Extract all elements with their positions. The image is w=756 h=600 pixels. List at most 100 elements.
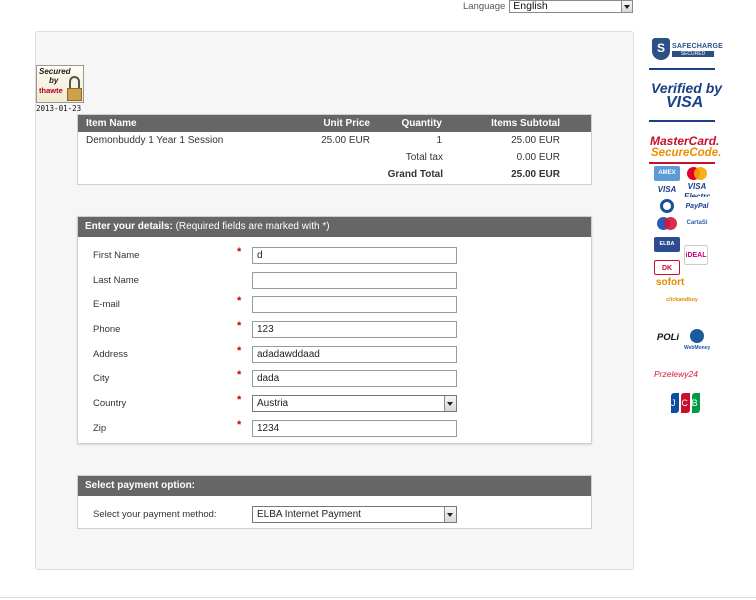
phone-label: Phone xyxy=(93,324,121,335)
payment-method-select[interactable]: ELBA Internet Payment xyxy=(252,506,457,523)
zip-row: Zip * 1234 xyxy=(78,419,591,438)
padlock-body-icon xyxy=(67,88,82,101)
order-summary-table: Item Name Unit Price Quantity Items Subt… xyxy=(77,114,592,185)
amex-logo: AMEX xyxy=(654,166,680,181)
divider xyxy=(649,68,715,70)
required-marker: * xyxy=(237,320,242,332)
dankort-logo: DK xyxy=(654,260,680,275)
mastercard-securecode-line2: SecureCode. xyxy=(651,147,722,159)
payment-selected-value: ELBA Internet Payment xyxy=(257,509,361,520)
first-name-label: First Name xyxy=(93,250,140,261)
address-label: Address xyxy=(93,349,128,360)
payment-section: Select payment option: Select your payme… xyxy=(77,475,592,529)
details-subtitle: (Required fields are marked with *) xyxy=(172,221,330,232)
thawte-date: 2013-01-23 xyxy=(36,104,82,113)
item-unit-price: 25.00 EUR xyxy=(321,135,370,146)
divider xyxy=(649,120,715,122)
required-marker: * xyxy=(237,369,242,381)
cartasi-logo: CartaSi xyxy=(684,216,710,231)
country-selected-value: Austria xyxy=(257,398,289,409)
payment-title: Select payment option: xyxy=(78,476,591,496)
thawte-seal[interactable]: Secured by thawte 2013-01-23 xyxy=(36,65,86,113)
chevron-down-icon[interactable] xyxy=(444,396,456,411)
grand-total-row: Grand Total 25.00 EUR xyxy=(78,166,591,183)
mastercard-logo xyxy=(684,166,710,181)
jcb-c: C xyxy=(681,393,690,413)
country-row: Country * Austria xyxy=(78,394,591,413)
shield-icon xyxy=(652,38,670,60)
country-label: Country xyxy=(93,398,127,409)
safecharge-logo: SAFECHARGE SECURED xyxy=(652,38,723,62)
last-name-label: Last Name xyxy=(93,275,139,286)
language-bar: Language English xyxy=(463,0,634,13)
paypal-logo: PayPal xyxy=(684,199,710,214)
zip-field[interactable]: 1234 xyxy=(252,420,457,437)
required-marker: * xyxy=(237,345,242,357)
visa-electron-logo: VISA Electron xyxy=(684,182,710,197)
grand-total-value: 25.00 EUR xyxy=(511,169,560,180)
order-table-header: Item Name Unit Price Quantity Items Subt… xyxy=(78,115,591,132)
language-label: Language xyxy=(463,0,506,12)
diners-club-logo xyxy=(654,199,680,214)
details-header: Enter your details: (Required fields are… xyxy=(78,217,591,237)
country-select[interactable]: Austria xyxy=(252,395,457,412)
jcb-j: J xyxy=(671,393,680,413)
address-row: Address * adadawddaad xyxy=(78,345,591,364)
chevron-down-icon[interactable] xyxy=(621,0,633,12)
phone-row: Phone * 123 xyxy=(78,320,591,339)
jcb-logo: J C B xyxy=(669,392,702,414)
poli-logo: POLi xyxy=(656,332,680,343)
verified-by-visa-line2: VISA xyxy=(666,94,704,111)
ideal-logo: iDEAL xyxy=(684,245,708,265)
visa-logo: VISA xyxy=(654,182,680,197)
item-subtotal: 25.00 EUR xyxy=(511,135,560,146)
maestro-logo xyxy=(654,216,680,231)
item-quantity: 1 xyxy=(436,135,442,146)
sofort-logo: sofort xyxy=(656,277,685,288)
divider xyxy=(649,162,715,164)
clickandbuy-logo: clickandbuy xyxy=(666,297,698,303)
city-row: City * dada xyxy=(78,369,591,388)
thawte-by-text: by xyxy=(49,76,59,85)
safecharge-text: SAFECHARGE xyxy=(672,43,724,50)
thawte-seal-image: Secured by thawte xyxy=(36,65,84,103)
details-title: Enter your details: xyxy=(85,221,173,232)
city-field[interactable]: dada xyxy=(252,370,457,387)
thawte-brand: thawte xyxy=(39,86,63,95)
first-name-row: First Name * d xyxy=(78,246,591,265)
col-quantity: Quantity xyxy=(401,118,442,129)
mastercard-securecode-line1: MasterCard. xyxy=(650,134,720,148)
details-form: Enter your details: (Required fields are… xyxy=(77,216,592,444)
footer-divider xyxy=(0,597,756,598)
col-item-name: Item Name xyxy=(86,118,137,129)
city-label: City xyxy=(93,373,110,384)
przelewy24-logo: Przelewy24 xyxy=(654,369,698,379)
last-name-row: Last Name xyxy=(78,272,591,290)
phone-field[interactable]: 123 xyxy=(252,321,457,338)
jcb-b: B xyxy=(691,393,700,413)
language-select[interactable]: English xyxy=(509,0,634,13)
payment-method-label: Select your payment method: xyxy=(93,509,217,520)
table-row: Demonbuddy 1 Year 1 Session 25.00 EUR 1 … xyxy=(78,132,591,149)
required-marker: * xyxy=(237,246,242,258)
email-row: E-mail * xyxy=(78,295,591,314)
col-unit-price: Unit Price xyxy=(323,118,370,129)
language-selected-value: English xyxy=(513,0,548,12)
zip-label: Zip xyxy=(93,423,107,434)
required-marker: * xyxy=(237,295,242,307)
email-label: E-mail xyxy=(93,299,120,310)
chevron-down-icon[interactable] xyxy=(444,507,456,522)
first-name-field[interactable]: d xyxy=(252,247,457,264)
email-field[interactable] xyxy=(252,296,457,313)
total-tax-value: 0.00 EUR xyxy=(516,152,560,163)
grand-total-label: Grand Total xyxy=(387,169,443,180)
safecharge-sub: SECURED xyxy=(672,51,714,57)
payment-logos: SAFECHARGE SECURED Verified by VISA Mast… xyxy=(644,30,724,430)
last-name-field[interactable] xyxy=(252,272,457,289)
total-tax-label: Total tax xyxy=(405,152,443,163)
webmoney-logo: WebMoney xyxy=(684,328,710,354)
address-field[interactable]: adadawddaad xyxy=(252,346,457,363)
tax-row: Total tax 0.00 EUR xyxy=(78,149,591,166)
elba-visa-logo: ELBA VISA xyxy=(654,237,680,252)
required-marker: * xyxy=(237,419,242,431)
